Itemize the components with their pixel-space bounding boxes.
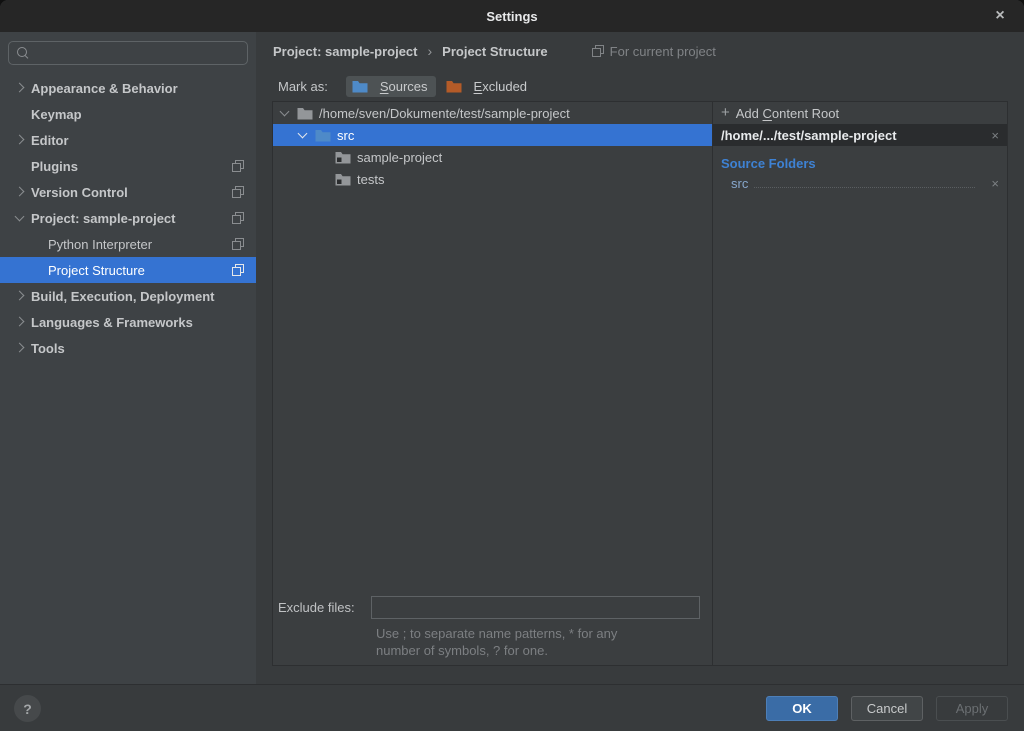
mark-sources-label: Sources [380,79,428,94]
per-project-settings-icon [232,238,244,250]
sidebar-item-version-control[interactable]: Version Control [0,179,256,205]
chevron-right-icon[interactable] [15,83,25,93]
exclude-files-hint: Use ; to separate name patterns, * for a… [376,625,716,659]
breadcrumb: Project: sample-project › Project Struct… [273,38,1014,64]
directory-tree: /home/sven/Dokumente/test/sample-project… [273,102,712,665]
tree-row-project-root[interactable]: /home/sven/Dokumente/test/sample-project [273,102,712,124]
sidebar-nav: Appearance & Behavior Keymap Editor Plug… [0,75,256,361]
help-button[interactable]: ? [14,695,41,722]
settings-dialog: Settings × Appearance & Behavior Keymap … [0,0,1024,731]
sources-folder-icon [352,80,368,93]
dialog-footer: ? OK Cancel Apply [0,684,1024,731]
main-panel: Project: sample-project › Project Struct… [256,32,1024,684]
folder-icon [297,107,313,120]
search-icon [17,47,29,59]
per-project-settings-icon [232,186,244,198]
sidebar-item-label: Appearance & Behavior [31,81,178,96]
source-folder-icon [315,129,331,142]
chevron-right-icon[interactable] [15,343,25,353]
breadcrumb-project[interactable]: Project: sample-project [273,44,418,59]
content-root-row[interactable]: /home/.../test/sample-project × [713,124,1007,146]
chevron-right-icon[interactable] [15,291,25,301]
sidebar-item-label: Version Control [31,185,128,200]
breadcrumb-separator: › [428,43,433,59]
sidebar-item-python-interpreter[interactable]: Python Interpreter [0,231,256,257]
scope-indicator: For current project [592,44,716,59]
add-content-root-button[interactable]: + Add Content Root [713,102,1007,124]
sidebar-item-tools[interactable]: Tools [0,335,256,361]
per-project-settings-icon [232,160,244,172]
remove-source-folder-icon[interactable]: × [991,176,999,191]
sidebar-item-appearance-behavior[interactable]: Appearance & Behavior [0,75,256,101]
per-project-settings-icon [232,264,244,276]
tree-node-label: /home/sven/Dokumente/test/sample-project [319,106,570,121]
tree-row-src[interactable]: src [273,124,712,146]
folder-icon [335,173,351,186]
chevron-right-icon[interactable] [15,187,25,197]
mark-excluded-label: Excluded [474,79,527,94]
structure-panel: /home/sven/Dokumente/test/sample-project… [272,101,1008,666]
dialog-title: Settings [486,9,537,24]
sidebar-item-project[interactable]: Project: sample-project [0,205,256,231]
excluded-folder-icon [446,80,462,93]
content-root-path: /home/.../test/sample-project [721,128,897,143]
sidebar-item-keymap[interactable]: Keymap [0,101,256,127]
tree-row-sample-project[interactable]: sample-project [273,146,712,168]
exclude-files-input[interactable] [371,596,700,619]
sidebar-item-label: Plugins [31,159,78,174]
sidebar-item-build-execution-deployment[interactable]: Build, Execution, Deployment [0,283,256,309]
sidebar-item-label: Python Interpreter [48,237,152,252]
ok-button[interactable]: OK [766,696,838,721]
cancel-button[interactable]: Cancel [851,696,923,721]
breadcrumb-page: Project Structure [442,44,547,59]
mark-as-toolbar: Mark as: Sources Excluded [278,73,535,99]
mark-sources-button[interactable]: Sources [346,76,436,97]
close-icon[interactable]: × [986,0,1014,32]
dotted-leader [754,187,975,188]
scope-label: For current project [610,44,716,59]
sidebar-item-label: Tools [31,341,65,356]
sidebar-item-project-structure[interactable]: Project Structure [0,257,256,283]
chevron-down-icon[interactable] [280,107,290,117]
source-folder-name: src [731,176,748,191]
exclude-files-label: Exclude files: [273,600,371,615]
sidebar-item-label: Editor [31,133,69,148]
sidebar-item-label: Build, Execution, Deployment [31,289,214,304]
tree-node-label: tests [357,172,384,187]
source-folders-title: Source Folders [721,156,1007,171]
dialog-body: Appearance & Behavior Keymap Editor Plug… [0,32,1024,684]
sidebar-item-label: Keymap [31,107,82,122]
sidebar-item-label: Project Structure [48,263,145,278]
sidebar-item-editor[interactable]: Editor [0,127,256,153]
mark-as-label: Mark as: [278,79,328,94]
settings-search-box[interactable] [8,41,248,65]
sidebar-item-label: Languages & Frameworks [31,315,193,330]
sidebar-item-label: Project: sample-project [31,211,176,226]
exclude-files-section: Exclude files: Use ; to separate name pa… [273,596,712,659]
chevron-down-icon[interactable] [298,129,308,139]
tree-node-label: sample-project [357,150,442,165]
folder-icon [335,151,351,164]
settings-sidebar: Appearance & Behavior Keymap Editor Plug… [0,32,256,684]
sidebar-item-languages-frameworks[interactable]: Languages & Frameworks [0,309,256,335]
chevron-down-icon[interactable] [15,212,25,222]
titlebar: Settings × [0,0,1024,32]
source-folder-row[interactable]: src × [713,173,1007,193]
apply-button[interactable]: Apply [936,696,1008,721]
content-roots-panel: + Add Content Root /home/.../test/sample… [712,102,1007,665]
chevron-right-icon[interactable] [15,317,25,327]
add-content-root-label: Add Content Root [736,106,839,121]
mark-excluded-button[interactable]: Excluded [440,76,535,97]
sidebar-item-plugins[interactable]: Plugins [0,153,256,179]
plus-icon: + [721,104,730,121]
remove-content-root-icon[interactable]: × [991,128,999,143]
tree-node-label: src [337,128,354,143]
per-project-settings-icon [232,212,244,224]
tree-row-tests[interactable]: tests [273,168,712,190]
per-project-settings-icon [592,45,604,57]
search-input[interactable] [29,46,247,61]
chevron-right-icon[interactable] [15,135,25,145]
